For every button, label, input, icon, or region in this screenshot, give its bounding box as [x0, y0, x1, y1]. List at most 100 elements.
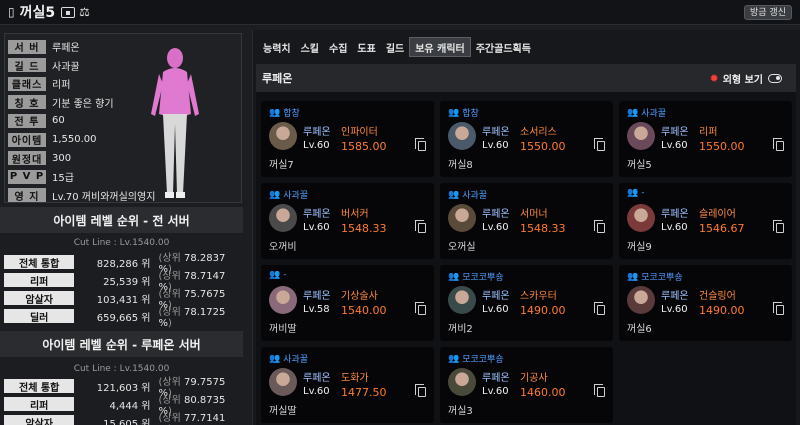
character-server: 루페온	[482, 373, 510, 384]
character-name: 꺼실딸	[269, 406, 297, 417]
character-class: 슬레이어	[699, 209, 736, 220]
profile-value: 리퍼	[52, 80, 71, 92]
character-card[interactable]: 👥 사과꿀 루페온 서머너 Lv.60 1548.33 오꺼실	[440, 183, 613, 259]
profile-label: 길 드	[8, 58, 46, 73]
profile-label: 칭 호	[8, 95, 46, 110]
character-card[interactable]: 👥 모코코뿌숑 루페온 건슬링어 Lv.60 1490.00 꺼실6	[619, 265, 792, 341]
ranking-percent: (상위 78.1725 %)	[158, 303, 240, 329]
copy-icon[interactable]	[415, 302, 426, 315]
character-avatar	[269, 286, 297, 314]
toggle-icon[interactable]	[768, 74, 782, 83]
ranking-label: 리퍼	[4, 397, 75, 412]
character-avatar	[269, 122, 297, 150]
guild-name: 모코코뿌숑	[462, 273, 504, 283]
character-name: 오꺼비	[269, 242, 297, 253]
percent-suffix: )	[168, 318, 172, 329]
copy-icon[interactable]	[594, 384, 605, 397]
percent-prefix: (상위	[158, 289, 181, 300]
character-level: Lv.60	[303, 140, 330, 151]
users-icon: 👥	[448, 107, 460, 118]
character-class: 소서리스	[520, 127, 557, 138]
copy-icon[interactable]	[415, 384, 426, 397]
copy-icon[interactable]	[415, 220, 426, 233]
tab-item[interactable]: 주간골드획득	[471, 37, 536, 57]
character-avatar	[627, 286, 655, 314]
ranking-label: 암살자	[4, 291, 75, 306]
profile-row: 영 지 Lv.70 꺼비와꺼실의영지	[8, 187, 155, 204]
users-icon: 👥	[627, 271, 639, 282]
character-avatar	[627, 122, 655, 150]
ranking-rank: 25,539 위	[103, 276, 151, 288]
tab-item[interactable]: 수집	[324, 37, 352, 57]
tab-item[interactable]: 도표	[352, 37, 380, 57]
bookmark-icon[interactable]: ▯	[8, 5, 15, 19]
guild-name: 합창	[283, 109, 300, 119]
character-class: 리퍼	[699, 127, 718, 138]
copy-icon[interactable]	[773, 138, 784, 151]
character-item-level: 1490.00	[520, 304, 566, 317]
guild-name: 모코코뿌숑	[641, 273, 683, 283]
guild-name: 사과꿀	[462, 191, 488, 201]
refresh-button[interactable]: 방금 갱신	[744, 5, 792, 20]
character-avatar	[269, 204, 297, 232]
tab-item[interactable]: 길드	[381, 37, 409, 57]
copy-icon[interactable]	[594, 302, 605, 315]
guild-label: 👥 합창	[448, 106, 479, 120]
ranking-server-title: 아이템 레벨 순위 - 루페온 서버	[0, 331, 243, 357]
ranking-rank: 15,605 위	[103, 418, 151, 425]
character-class: 기상술사	[341, 291, 378, 302]
profile-row: 아이템 1,550.00	[8, 131, 97, 148]
copy-icon[interactable]	[773, 302, 784, 315]
profile-row: 서 버 루페온	[8, 38, 80, 55]
character-level: Lv.60	[482, 140, 509, 151]
tab-item[interactable]: 능력치	[258, 37, 296, 57]
tab-item[interactable]: 스킬	[296, 37, 324, 57]
left-column: 서 버 루페온 길 드 사과꿀 클래스 리퍼 칭 호 기분 좋은 향기 전 투 60 아이템 1,55…	[0, 30, 243, 425]
character-name: 꺼실9	[627, 242, 652, 253]
id-card-icon[interactable]: ▪	[61, 6, 76, 18]
character-card[interactable]: 👥 합창 루페온 인파이터 Lv.60 1585.00 꺼실7	[261, 101, 434, 177]
character-level: Lv.60	[303, 222, 330, 233]
ranking-label: 리퍼	[4, 273, 75, 288]
copy-icon[interactable]	[594, 220, 605, 233]
guild-name: 사과꿀	[641, 109, 667, 119]
ranking-rank: 659,665 위	[96, 312, 151, 324]
character-card[interactable]: 👥 - 루페온 슬레이어 Lv.60 1546.67 꺼실9	[619, 183, 792, 259]
character-card[interactable]: 👥 사과꿀 루페온 버서커 Lv.60 1548.33 오꺼비	[261, 183, 434, 259]
profile-value: 루페온	[52, 43, 80, 54]
ranking-row: 딜러 659,665 위 (상위 78.1725 %)	[4, 307, 240, 329]
character-class: 인파이터	[341, 127, 378, 138]
character-item-level: 1490.00	[699, 304, 745, 317]
character-card[interactable]: 👥 사과꿀 루페온 리퍼 Lv.60 1550.00 꺼실5	[619, 101, 792, 177]
copy-icon[interactable]	[773, 220, 784, 233]
scale-icon[interactable]: ⚖	[79, 5, 90, 19]
character-figure	[151, 48, 199, 198]
tab-item[interactable]: 보유 캐릭터	[409, 37, 471, 57]
character-item-level: 1546.67	[699, 222, 745, 235]
character-card[interactable]: 👥 합창 루페온 소서리스 Lv.60 1550.00 꺼실8	[440, 101, 613, 177]
character-server: 루페온	[661, 291, 689, 302]
percent-prefix: (상위	[158, 307, 181, 318]
copy-icon[interactable]	[594, 138, 605, 151]
character-class: 서머너	[520, 209, 548, 220]
profile-label: 서 버	[8, 39, 46, 54]
users-icon: 👥	[627, 107, 639, 118]
character-card[interactable]: 👥 모코코뿌숑 루페온 스카우터 Lv.60 1490.00 꺼비2	[440, 265, 613, 341]
users-icon: 👥	[269, 107, 281, 118]
skin-view-toggle[interactable]: ✹ 외형 보기	[709, 71, 782, 86]
profile-row: 원정대 300	[8, 150, 71, 167]
copy-icon[interactable]	[415, 138, 426, 151]
character-card[interactable]: 👥 모코코뿌숑 루페온 기공사 Lv.60 1460.00 꺼실3	[440, 347, 613, 423]
character-item-level: 1477.50	[341, 386, 387, 399]
tab-bar: 능력치 스킬 수집 도표 길드 보유 캐릭터 주간골드획득	[258, 37, 536, 57]
guild-label: 👥 -	[627, 188, 644, 198]
character-card[interactable]: 👥 - 루페온 기상술사 Lv.58 1540.00 꺼비딸	[261, 265, 434, 341]
character-level: Lv.60	[661, 140, 688, 151]
guild-name: 사과꿀	[283, 191, 309, 201]
skin-view-label: 외형 보기	[722, 75, 763, 86]
profile-row: 길 드 사과꿀	[8, 57, 80, 74]
character-name: 꺼실5	[19, 5, 56, 21]
users-icon: 👥	[448, 353, 460, 364]
character-card[interactable]: 👥 사과꿀 루페온 도화가 Lv.60 1477.50 꺼실딸	[261, 347, 434, 423]
character-class: 스카우터	[520, 291, 557, 302]
